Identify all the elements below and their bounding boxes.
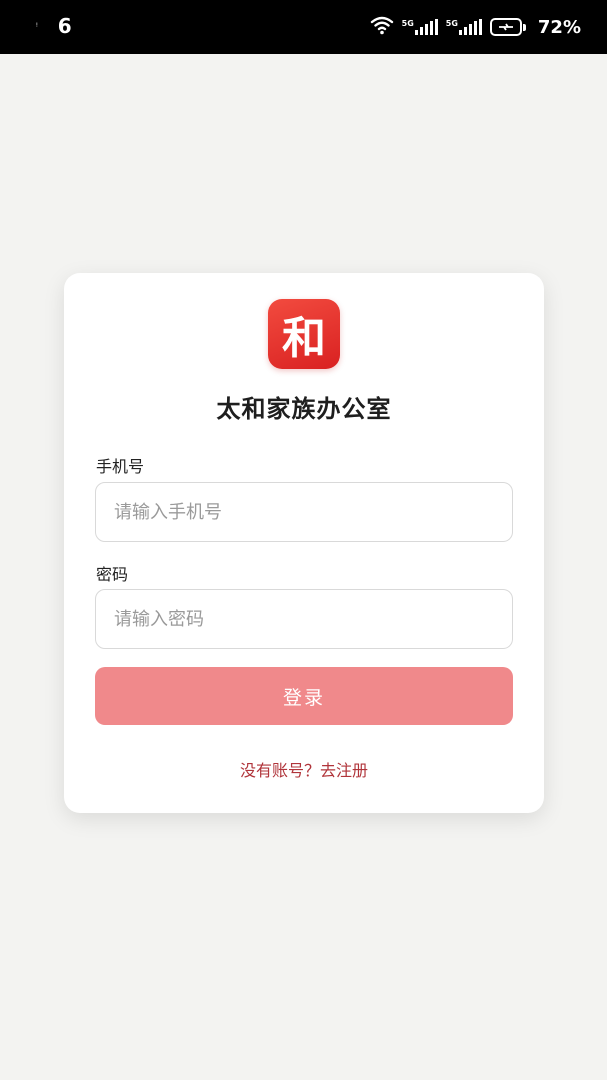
wifi-icon — [370, 15, 394, 39]
battery-percent: 72% — [537, 16, 581, 38]
password-input[interactable] — [95, 589, 513, 649]
signal-5g-icon: 5G — [446, 19, 482, 35]
app-logo: 和 — [268, 299, 340, 369]
password-label: 密码 — [96, 565, 129, 584]
network-tag: 5G — [401, 19, 414, 28]
register-link[interactable]: 没有账号？去注册 — [64, 757, 544, 781]
signal-5g-icon: 5G — [402, 19, 438, 35]
network-tag: 5G — [445, 19, 458, 28]
status-bar: ᵎ 6 5G 5G 72% — [0, 0, 607, 54]
battery-charging-icon — [489, 18, 526, 36]
login-button[interactable]: 登录 — [95, 667, 513, 725]
phone-label: 手机号 — [96, 457, 145, 476]
phone-input[interactable] — [95, 482, 513, 542]
app-title: 太和家族办公室 — [216, 395, 392, 423]
status-icons: 5G 5G 72% — [370, 14, 581, 40]
status-dot: ᵎ — [36, 20, 38, 32]
status-left: ᵎ 6 — [36, 14, 72, 38]
status-time: 6 — [57, 14, 72, 38]
login-card: 和 太和家族办公室 手机号 密码 登录 没有账号？去注册 — [64, 273, 544, 813]
logo-char: 和 — [282, 313, 326, 364]
